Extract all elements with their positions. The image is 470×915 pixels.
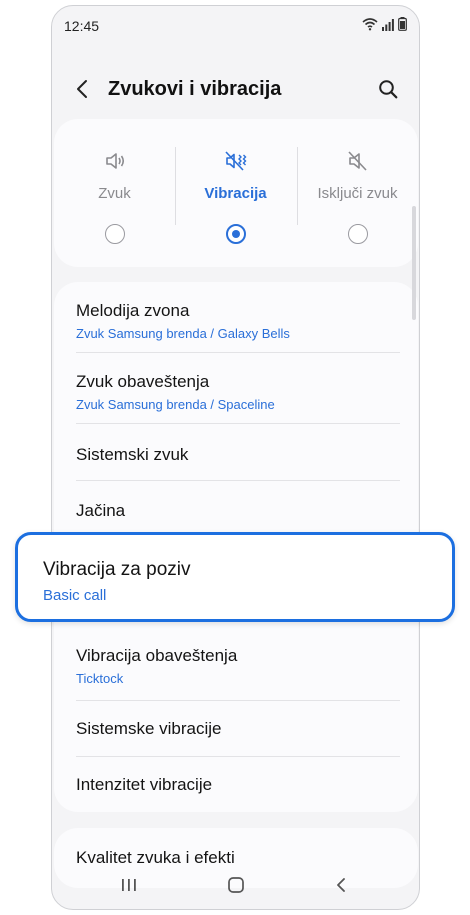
- sound-mode-label: Isključi zvuk: [317, 185, 398, 202]
- settings-item-title: Melodija zvona: [76, 301, 190, 320]
- navigation-bar: [52, 864, 419, 909]
- speaker-icon: [103, 149, 127, 173]
- search-icon: [378, 79, 398, 104]
- scrollbar[interactable]: [412, 206, 416, 320]
- settings-item-sistemske-vibracije[interactable]: Sistemske vibracije: [54, 701, 418, 756]
- mute-icon: [346, 149, 370, 173]
- settings-item-title: Sistemske vibracije: [76, 719, 222, 738]
- page-title: Zvukovi i vibracija: [108, 78, 282, 100]
- recents-icon: [120, 877, 138, 898]
- settings-item-subtitle: Basic call: [43, 587, 107, 604]
- vibrate-icon: [224, 149, 248, 173]
- settings-item-jacina[interactable]: Jačina: [54, 481, 418, 533]
- status-icons: [362, 17, 407, 36]
- search-button[interactable]: [375, 78, 401, 104]
- back-nav-button[interactable]: [326, 874, 356, 900]
- recents-button[interactable]: [114, 874, 144, 900]
- back-button[interactable]: [70, 78, 94, 104]
- settings-item-title: Vibracija obaveštenja: [76, 646, 238, 665]
- settings-item-melodija-zvona[interactable]: Melodija zvona Zvuk Samsung brenda / Gal…: [54, 282, 418, 352]
- settings-item-sistemski-zvuk[interactable]: Sistemski zvuk: [54, 424, 418, 479]
- settings-item-zvuk-obavestenja[interactable]: Zvuk obaveštenja Zvuk Samsung brenda / S…: [54, 353, 418, 423]
- sound-mode-zvuk[interactable]: Zvuk: [54, 119, 175, 267]
- sound-mode-radio[interactable]: [225, 224, 246, 244]
- settings-item-subtitle: Ticktock: [76, 671, 124, 686]
- phone-frame: 12:45 Zvukovi i vibracija Zvuk Vibracija…: [51, 5, 420, 910]
- settings-item-title: Zvuk obaveštenja: [76, 372, 210, 391]
- sound-mode-card: Zvuk Vibracija Isključi zvuk: [54, 119, 418, 267]
- sound-mode-label: Zvuk: [98, 185, 131, 202]
- sound-mode-vibracija[interactable]: Vibracija: [175, 119, 296, 267]
- settings-item-intenzitet-vibracije[interactable]: Intenzitet vibracije: [54, 757, 418, 812]
- sound-mode-radio[interactable]: [104, 224, 125, 244]
- settings-item-title: Jačina: [76, 501, 126, 520]
- settings-item-subtitle: Zvuk Samsung brenda / Galaxy Bells: [76, 326, 290, 341]
- settings-item-vibracija-za-poziv[interactable]: Vibracija za poziv Basic call: [15, 532, 455, 622]
- signal-icon: [382, 18, 394, 36]
- status-bar: 12:45: [52, 6, 419, 44]
- status-time: 12:45: [64, 18, 100, 34]
- settings-item-title: Vibracija za poziv: [43, 559, 191, 580]
- wifi-icon: [362, 17, 378, 36]
- sound-mode-radio[interactable]: [347, 224, 368, 244]
- battery-icon: [398, 17, 407, 36]
- settings-item-vibracija-obavestenja[interactable]: Vibracija obaveštenja Ticktock: [54, 627, 418, 697]
- sound-mode-iskljuci[interactable]: Isključi zvuk: [297, 119, 418, 267]
- home-button[interactable]: [221, 874, 251, 900]
- sound-mode-label: Vibracija: [204, 185, 267, 202]
- settings-item-title: Intenzitet vibracije: [76, 775, 213, 794]
- back-nav-icon: [335, 877, 347, 898]
- app-bar: Zvukovi i vibracija: [52, 61, 419, 121]
- settings-item-subtitle: Zvuk Samsung brenda / Spaceline: [76, 397, 275, 412]
- settings-item-title: Sistemski zvuk: [76, 445, 189, 464]
- home-icon: [227, 876, 245, 899]
- back-icon: [76, 79, 88, 104]
